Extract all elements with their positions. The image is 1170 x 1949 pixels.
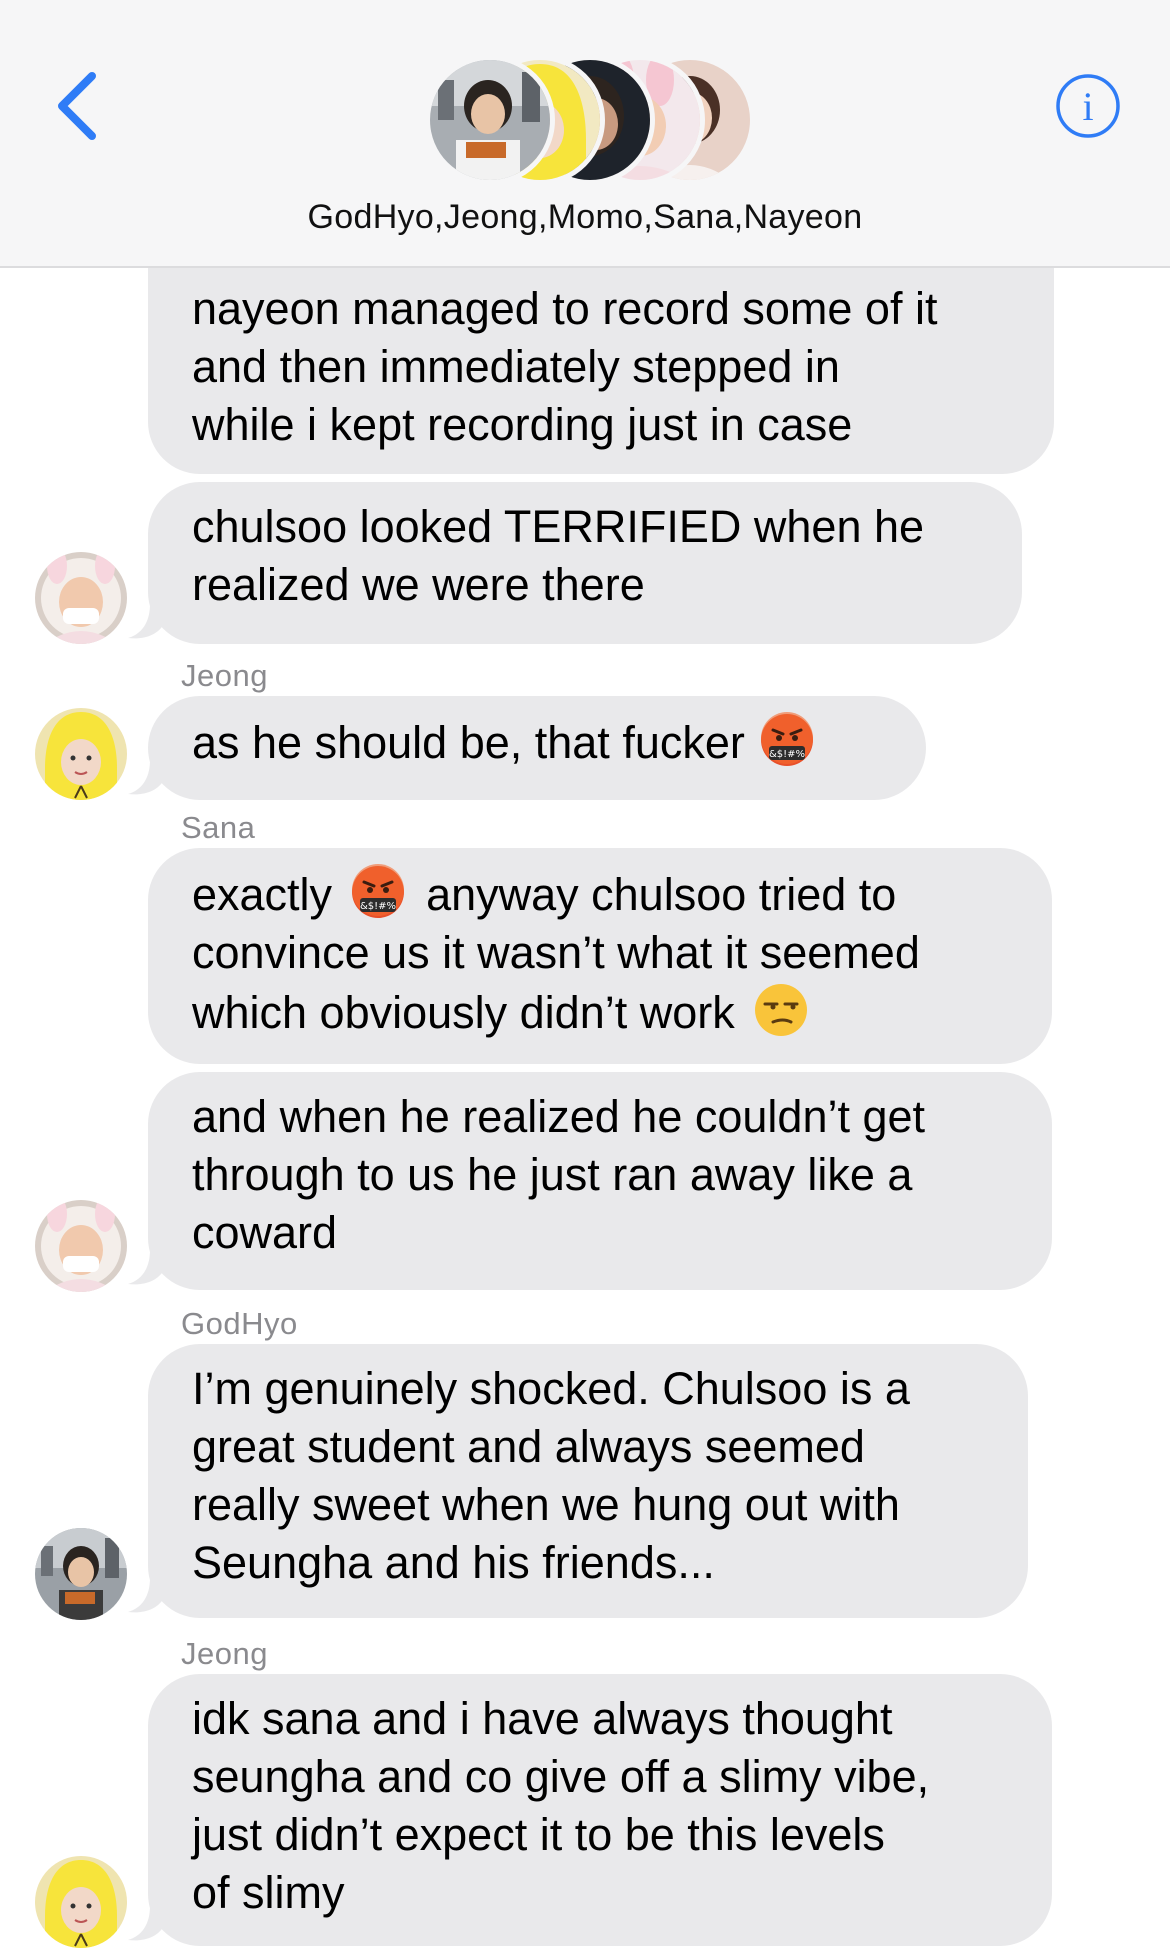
message-line: coward — [192, 1207, 338, 1258]
message-line: through to us he just ran away like a — [192, 1149, 913, 1200]
message-line: chulsoo looked TERRIFIED when he — [192, 501, 925, 552]
message-bubble[interactable]: chulsoo looked TERRIFIED when he realize… — [148, 482, 1022, 644]
message-line: which obviously didn’t work — [192, 982, 1008, 1042]
message-line: just didn’t expect it to be this levels — [192, 1809, 885, 1860]
message-bubble[interactable]: idk sana and i have always thought seung… — [148, 1674, 1052, 1946]
cursing-face-emoji: &$!#% — [760, 712, 813, 766]
bubble-tail — [128, 760, 164, 795]
message-bubble[interactable]: I’m genuinely shocked. Chulsoo is a grea… — [148, 1344, 1028, 1618]
sender-name: Sana — [181, 810, 256, 845]
message-thread[interactable]: nayeon managed to record some of it and … — [0, 0, 1170, 1949]
cursing-face-emoji: &$!#% — [352, 864, 405, 918]
message-text: which obviously didn’t work — [192, 987, 735, 1038]
message-line: realized we were there — [192, 559, 645, 610]
info-button[interactable]: i — [1055, 73, 1121, 139]
bubble-tail — [128, 1250, 164, 1285]
message-line: seungha and co give off a slimy vibe, — [192, 1751, 930, 1802]
message-line: while i kept recording just in case — [192, 399, 853, 450]
group-name[interactable]: GodHyo,Jeong,Momo,Sana,Nayeon — [0, 198, 1170, 237]
message-line: idk sana and i have always thought — [192, 1693, 893, 1744]
message-line: of slimy — [192, 1867, 345, 1918]
message-line: great student and always seemed — [192, 1421, 865, 1472]
chat-header: GodHyo,Jeong,Momo,Sana,Nayeon i — [0, 0, 1170, 268]
message-bubble[interactable]: exactly &$!#% anyway chulsoo tried to conv… — [148, 848, 1052, 1064]
bubble-tail — [128, 1906, 164, 1941]
bubble-tail — [128, 604, 164, 639]
message-text: exactly — [192, 869, 333, 920]
message-bubble[interactable]: and when he realized he couldn’t get thr… — [148, 1072, 1052, 1290]
message-bubble[interactable]: as he should be, that fucker &$!#% — [148, 696, 926, 800]
city-photo-avatar[interactable] — [35, 1528, 127, 1620]
message-line: Seungha and his friends... — [192, 1537, 715, 1588]
svg-text:i: i — [1082, 84, 1093, 129]
bunny-hood-avatar[interactable] — [35, 1200, 127, 1292]
yellow-hood-avatar[interactable] — [35, 1856, 127, 1948]
bunny-hood-avatar[interactable] — [35, 552, 127, 644]
sender-name: Jeong — [181, 658, 268, 693]
message-bubble[interactable]: nayeon managed to record some of it and … — [148, 262, 1054, 474]
sender-name: Jeong — [181, 1636, 268, 1671]
info-circle-icon: i — [1056, 74, 1120, 138]
yellow-hood-avatar[interactable] — [35, 708, 127, 800]
message-line: really sweet when we hung out with — [192, 1479, 900, 1530]
svg-text:&$!#%: &$!#% — [360, 901, 396, 912]
message-line: convince us it wasn’t what it seemed — [192, 927, 920, 978]
message-line: and when he realized he couldn’t get — [192, 1091, 926, 1142]
message-line: and then immediately stepped in — [192, 341, 840, 392]
svg-text:&$!#%: &$!#% — [769, 749, 805, 760]
chevron-left-icon — [58, 72, 96, 140]
message-line: nayeon managed to record some of it — [192, 283, 938, 334]
message-line: exactly &$!#% anyway chulsoo tried to — [192, 864, 1008, 924]
group-avatar-stack[interactable] — [425, 55, 755, 195]
sender-name: GodHyo — [181, 1306, 298, 1341]
unamused-face-emoji — [754, 984, 807, 1036]
group-member-avatar — [425, 55, 555, 185]
message-text: anyway chulsoo tried to — [426, 869, 897, 920]
message-line: as he should be, that fucker &$!#% — [192, 712, 882, 772]
bubble-tail — [128, 1578, 164, 1613]
message-text: as he should be, that fucker — [192, 717, 745, 768]
message-line: I’m genuinely shocked. Chulsoo is a — [192, 1363, 910, 1414]
back-button[interactable] — [48, 70, 108, 140]
